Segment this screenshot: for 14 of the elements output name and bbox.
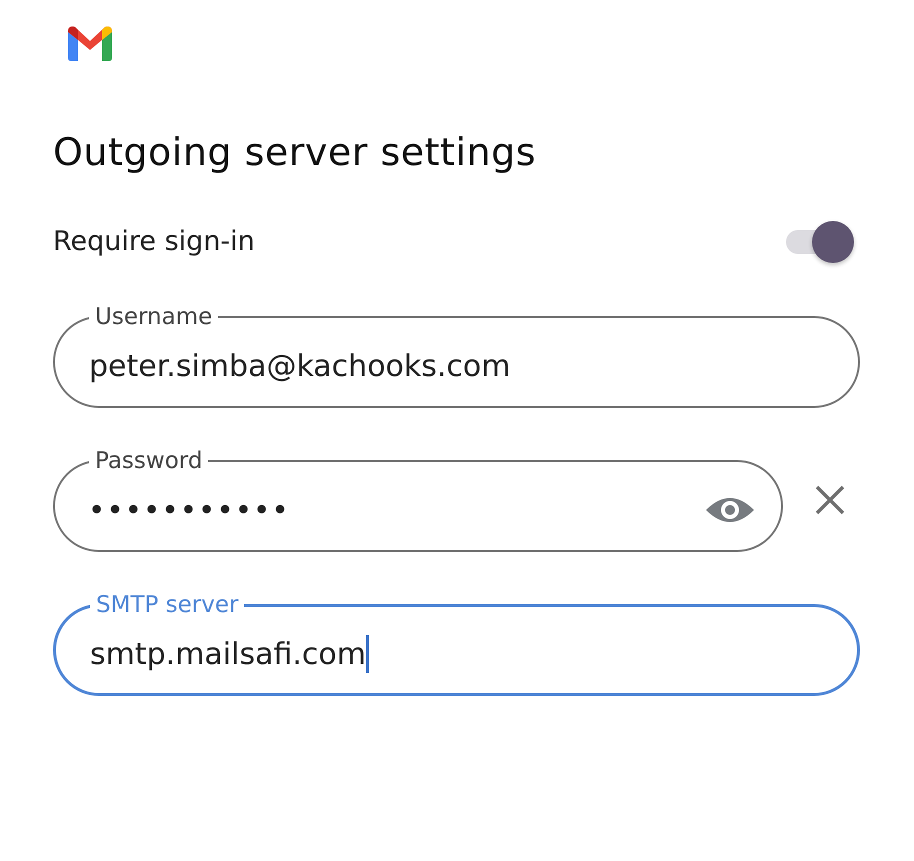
- page-title: Outgoing server settings: [53, 130, 538, 174]
- field-value: peter.simba@kachooks.com: [89, 348, 511, 384]
- field-label: Username: [94, 304, 214, 330]
- input-field[interactable]: Password •••••••••••: [53, 448, 783, 552]
- setting-label: Require sign-in: [53, 226, 255, 256]
- field-label: Password: [94, 448, 204, 474]
- input-field[interactable]: Username peter.simba@kachooks.com: [53, 304, 860, 408]
- text-cursor: [366, 635, 369, 673]
- field-value: smtp.mailsafi.com: [90, 636, 366, 672]
- input-field[interactable]: SMTP server smtp.mailsafi.com: [53, 592, 860, 696]
- field-value: •••••••••••: [89, 496, 291, 524]
- close-icon[interactable]: [815, 485, 845, 515]
- mail-logo-icon: [65, 24, 115, 62]
- field-label: SMTP server: [95, 592, 240, 618]
